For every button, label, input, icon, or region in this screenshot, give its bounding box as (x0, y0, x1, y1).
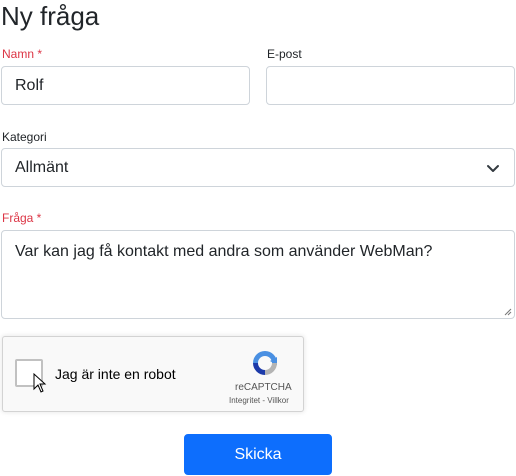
recaptcha-label: Jag är inte en robot (55, 366, 176, 382)
submit-button[interactable]: Skicka (184, 434, 332, 475)
chevron-down-icon (487, 165, 499, 172)
recaptcha-links[interactable]: Integritet - Villkor (229, 396, 289, 405)
category-selected-value: Allmänt (15, 159, 69, 176)
question-textarea[interactable]: Var kan jag få kontakt med andra som anv… (1, 230, 515, 319)
name-label: Namn * (2, 47, 43, 61)
recaptcha-widget: Jag är inte en robot reCAPTCHA Integrite… (2, 336, 304, 412)
email-input[interactable] (266, 66, 515, 105)
recaptcha-logo-icon (253, 351, 277, 375)
question-label: Fråga * (2, 211, 42, 225)
email-label: E-post (267, 47, 302, 61)
resize-grip-icon[interactable] (504, 308, 512, 316)
question-text: Var kan jag få kontakt med andra som anv… (15, 243, 433, 260)
page-title: Ny fråga (1, 1, 100, 31)
category-select[interactable]: Allmänt (1, 148, 515, 187)
name-input[interactable]: Rolf (1, 66, 250, 105)
category-label: Kategori (2, 130, 47, 144)
recaptcha-brand: reCAPTCHA (235, 382, 292, 393)
mouse-cursor-icon (33, 373, 47, 393)
